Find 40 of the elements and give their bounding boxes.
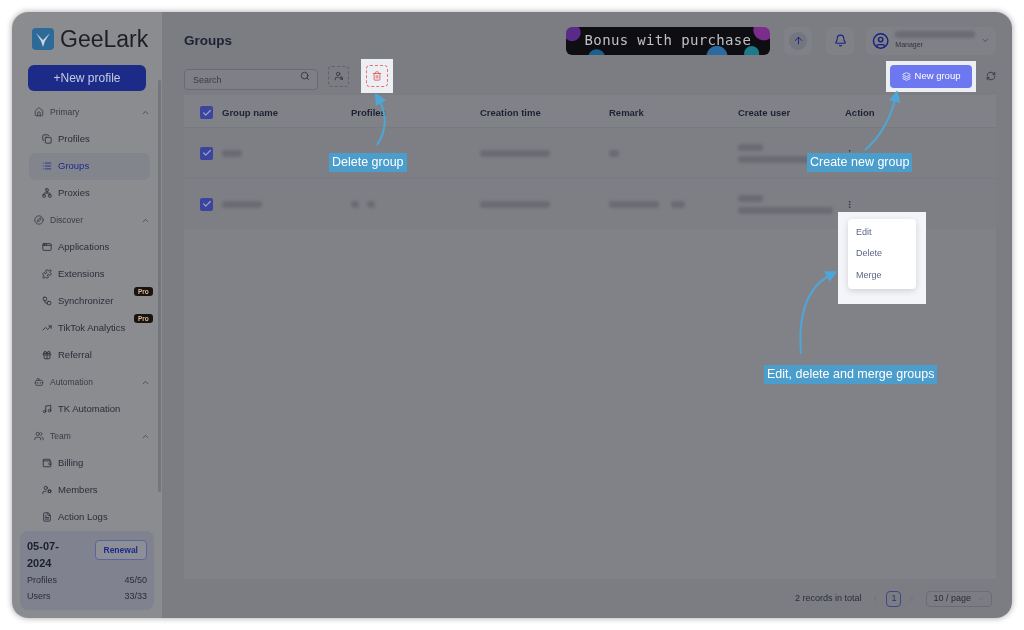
stat-label: Profiles: [27, 574, 57, 587]
section-title: Automation: [50, 375, 93, 389]
promo-banner[interactable]: Bonus with purchase: [566, 26, 770, 55]
app-logo-text: GeeLark: [60, 25, 149, 54]
stat-label: Users: [27, 589, 51, 603]
sidebar-item[interactable]: Action Logs: [29, 503, 150, 531]
new-group-button[interactable]: New group: [890, 64, 972, 88]
page-title: Groups: [184, 32, 232, 51]
menu-item[interactable]: Edit: [848, 222, 916, 244]
callout-label: Edit, delete and merge groups: [764, 365, 938, 384]
new-profile-button[interactable]: +New profile: [28, 64, 146, 91]
banner-text: Bonus with purchase: [584, 31, 752, 51]
menu-item[interactable]: Merge: [848, 264, 916, 286]
column-header: Action: [845, 106, 876, 121]
page-size-select[interactable]: 10 / page: [926, 590, 992, 607]
sidebar-item[interactable]: Referral: [29, 341, 150, 369]
renewal-button[interactable]: Renewal: [94, 540, 147, 560]
plan-date: 05-07-2024: [27, 539, 60, 571]
search-field[interactable]: Search: [184, 69, 318, 91]
stat-value: 45/50: [124, 574, 147, 587]
page-number[interactable]: 1: [886, 590, 902, 607]
sidebar-item[interactable]: Members: [29, 476, 150, 504]
column-header: Creation time: [480, 106, 542, 121]
stat-value: 33/33: [124, 589, 147, 603]
section-title: Team: [50, 429, 71, 443]
section-title: Discover: [50, 213, 84, 227]
sidebar-item[interactable]: Proxies: [29, 179, 150, 207]
sidebar-item[interactable]: Billing: [29, 449, 150, 477]
callout-label: Create new group: [807, 153, 913, 172]
sidebar-item[interactable]: TK Automation: [29, 395, 150, 423]
sidebar-item[interactable]: Profiles: [29, 125, 150, 153]
menu-item[interactable]: Delete: [848, 243, 916, 265]
column-header: Remark: [609, 106, 645, 121]
sidebar-item[interactable]: Groups: [29, 152, 150, 180]
section-title: Primary: [50, 105, 80, 119]
sidebar-item[interactable]: Applications: [29, 233, 150, 261]
column-header: Create user: [738, 106, 792, 121]
column-header: Group name: [222, 106, 279, 121]
sidebar-item[interactable]: Extensions: [29, 260, 150, 288]
callout-label: Delete group: [329, 153, 407, 172]
